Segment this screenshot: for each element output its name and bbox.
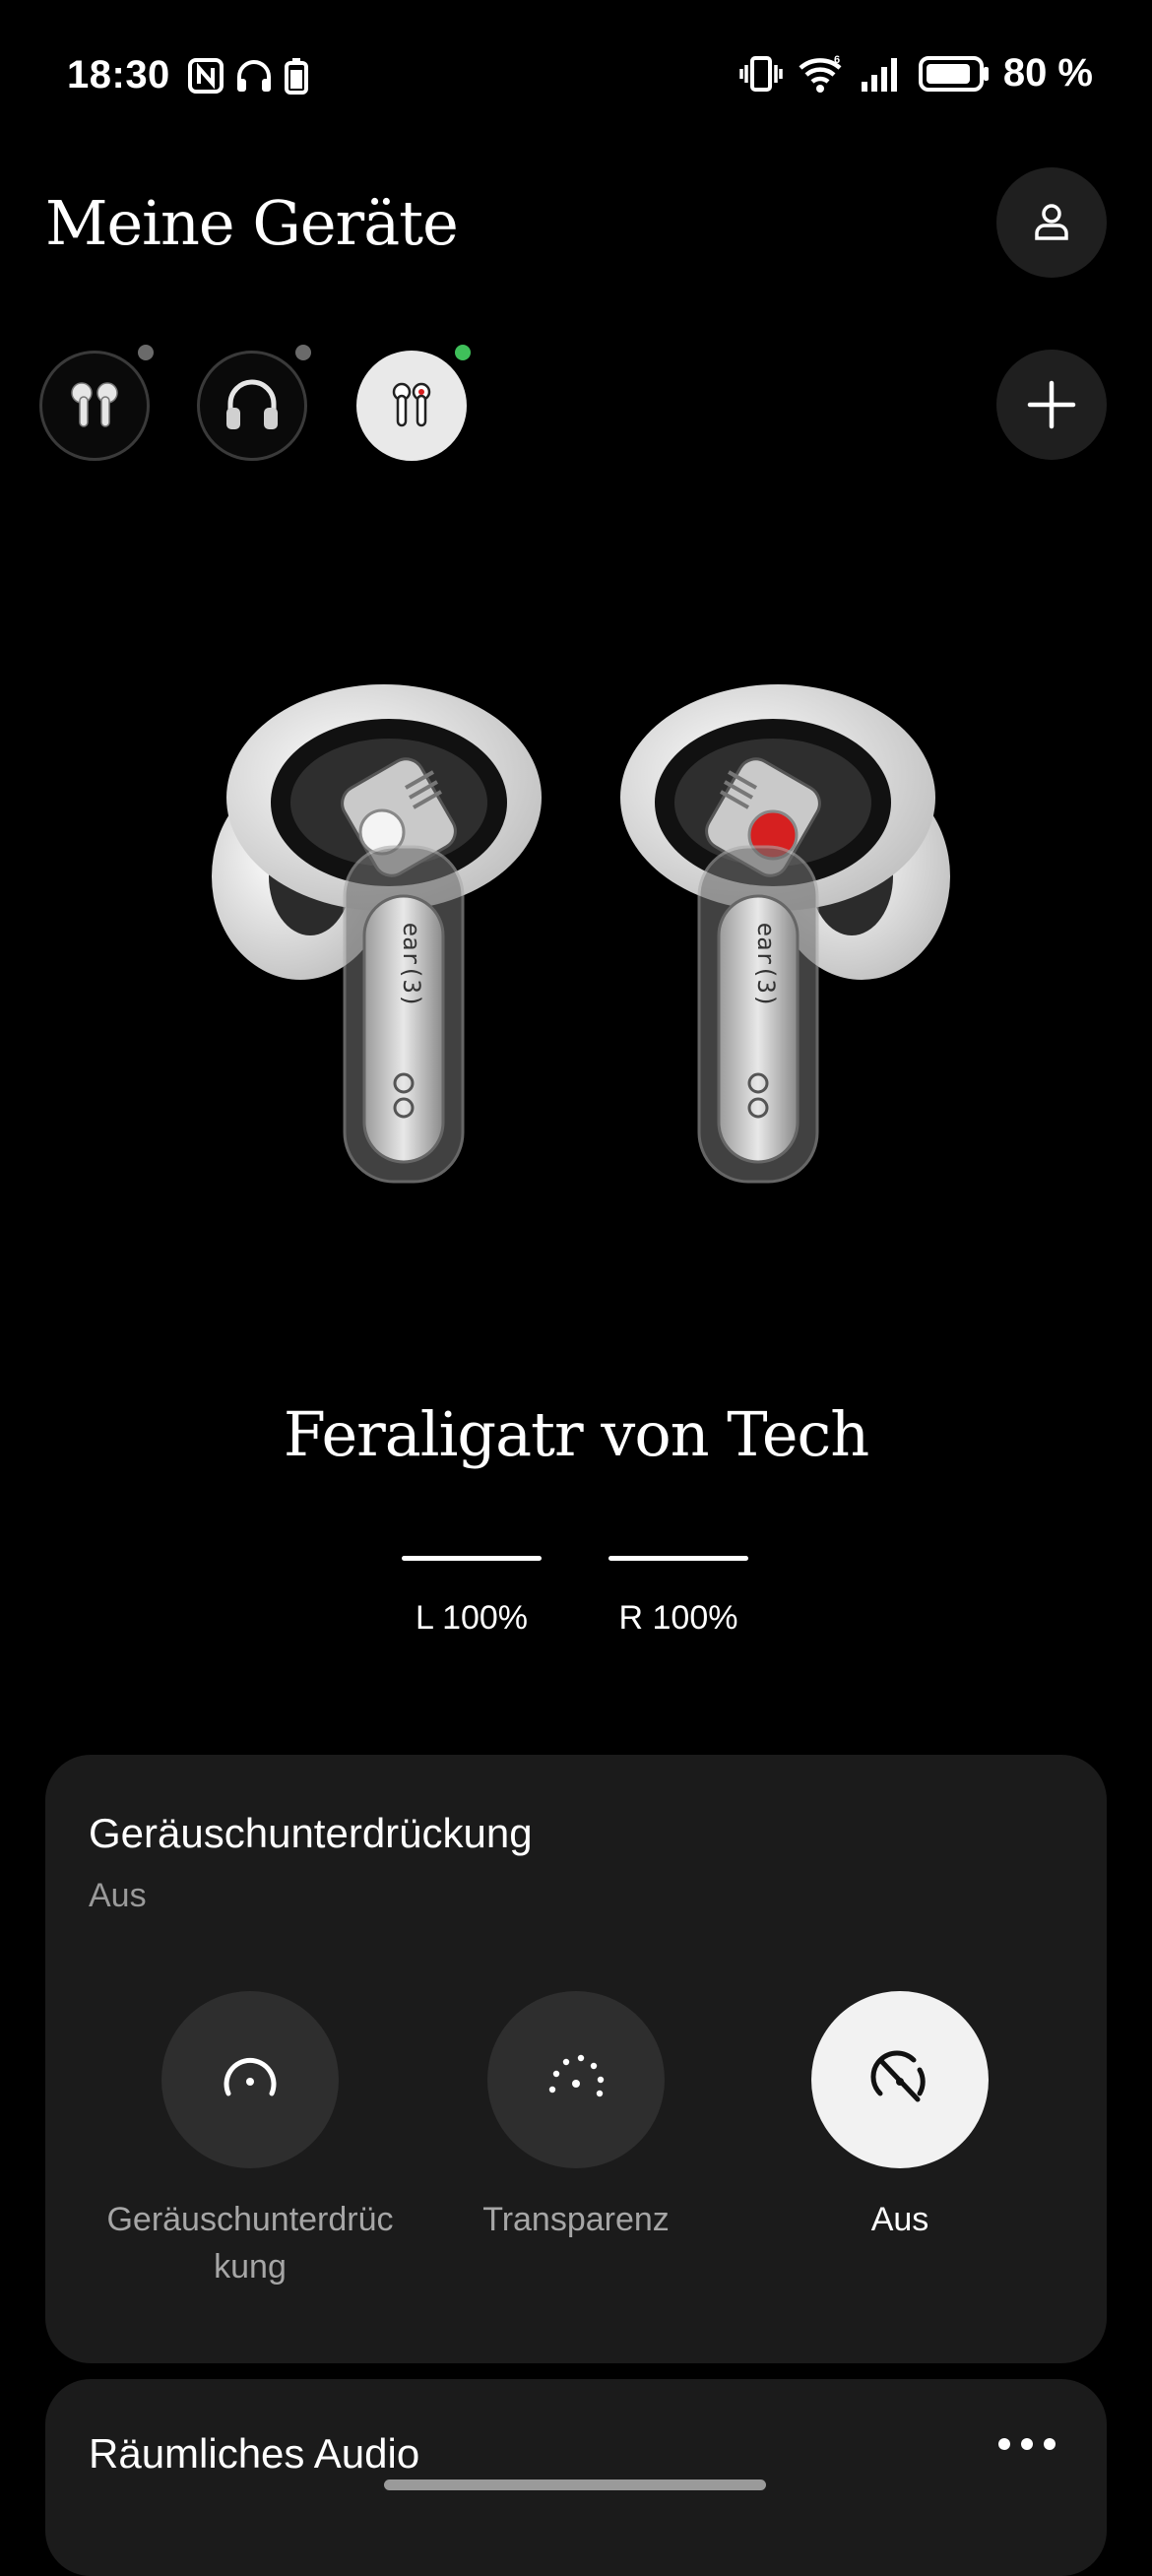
off-mode-label: Aus — [870, 2201, 929, 2238]
headphones-icon — [237, 60, 271, 92]
status-right: 6 80 % — [739, 51, 1093, 96]
battery-left-bar — [402, 1556, 542, 1561]
headphones-icon — [226, 379, 278, 429]
device-tab-earbuds-active[interactable] — [356, 351, 467, 461]
profile-button[interactable] — [996, 167, 1107, 278]
battery-percent: 80 % — [1002, 51, 1093, 95]
earbuds-hero-image: ear(3) ear(3) — [212, 684, 950, 1184]
plus-icon — [1027, 380, 1076, 429]
earbuds-battery-icon — [285, 58, 308, 95]
battery-icon — [918, 55, 989, 92]
transparency-mode-label: Transparenz — [482, 2201, 670, 2238]
svg-text:6: 6 — [834, 54, 840, 66]
page-title: Meine Geräte — [45, 187, 459, 259]
battery-right-track — [608, 1556, 748, 1561]
svg-text:ear(3): ear(3) — [398, 923, 425, 1008]
more-options-button[interactable] — [996, 2432, 1057, 2461]
device-tab-headphones[interactable] — [197, 351, 307, 461]
spatial-card-title: Räumliches Audio — [89, 2430, 420, 2477]
profile-icon — [1035, 204, 1068, 240]
earbuds-icon — [392, 382, 431, 427]
vibrate-icon — [739, 55, 783, 92]
transparency-icon — [548, 2054, 605, 2097]
anc-icon — [224, 2057, 277, 2096]
off-icon — [870, 2050, 926, 2102]
device-tab-earbuds-1[interactable] — [39, 351, 150, 461]
battery-left-track — [402, 1556, 542, 1561]
svg-text:ear(3): ear(3) — [752, 923, 780, 1008]
device-status-dot — [295, 345, 311, 360]
device-name: Feraligatr von Tech — [283, 1398, 869, 1470]
anc-mode-button[interactable] — [161, 1991, 339, 2168]
earbuds-icon — [71, 382, 118, 427]
noise-card-subtitle: Aus — [89, 1877, 147, 1914]
home-indicator[interactable] — [384, 2479, 766, 2490]
off-mode-button[interactable] — [811, 1991, 989, 2168]
battery-right-label: R 100% — [618, 1599, 738, 1637]
transparency-mode-button[interactable] — [487, 1991, 665, 2168]
device-status-dot-connected — [455, 345, 471, 360]
more-icon — [998, 2438, 1056, 2450]
battery-right-bar — [608, 1556, 748, 1561]
status-time: 18:30 — [67, 53, 170, 97]
status-left-icons — [187, 57, 309, 95]
noise-control-card: Geräuschunterdrückung Aus Geräuschunterd… — [45, 1755, 1107, 2363]
anc-mode-label: Geräuschunterdrüc kung — [106, 2201, 394, 2286]
add-device-button[interactable] — [996, 350, 1107, 460]
signal-icon — [861, 57, 897, 92]
spatial-audio-card[interactable]: Räumliches Audio — [45, 2379, 1107, 2576]
nfc-icon — [188, 58, 224, 94]
device-status-dot — [138, 345, 154, 360]
wifi-6-icon: 6 — [799, 54, 842, 93]
noise-card-title: Geräuschunterdrückung — [89, 1810, 533, 1856]
battery-left-label: L 100% — [415, 1599, 529, 1637]
